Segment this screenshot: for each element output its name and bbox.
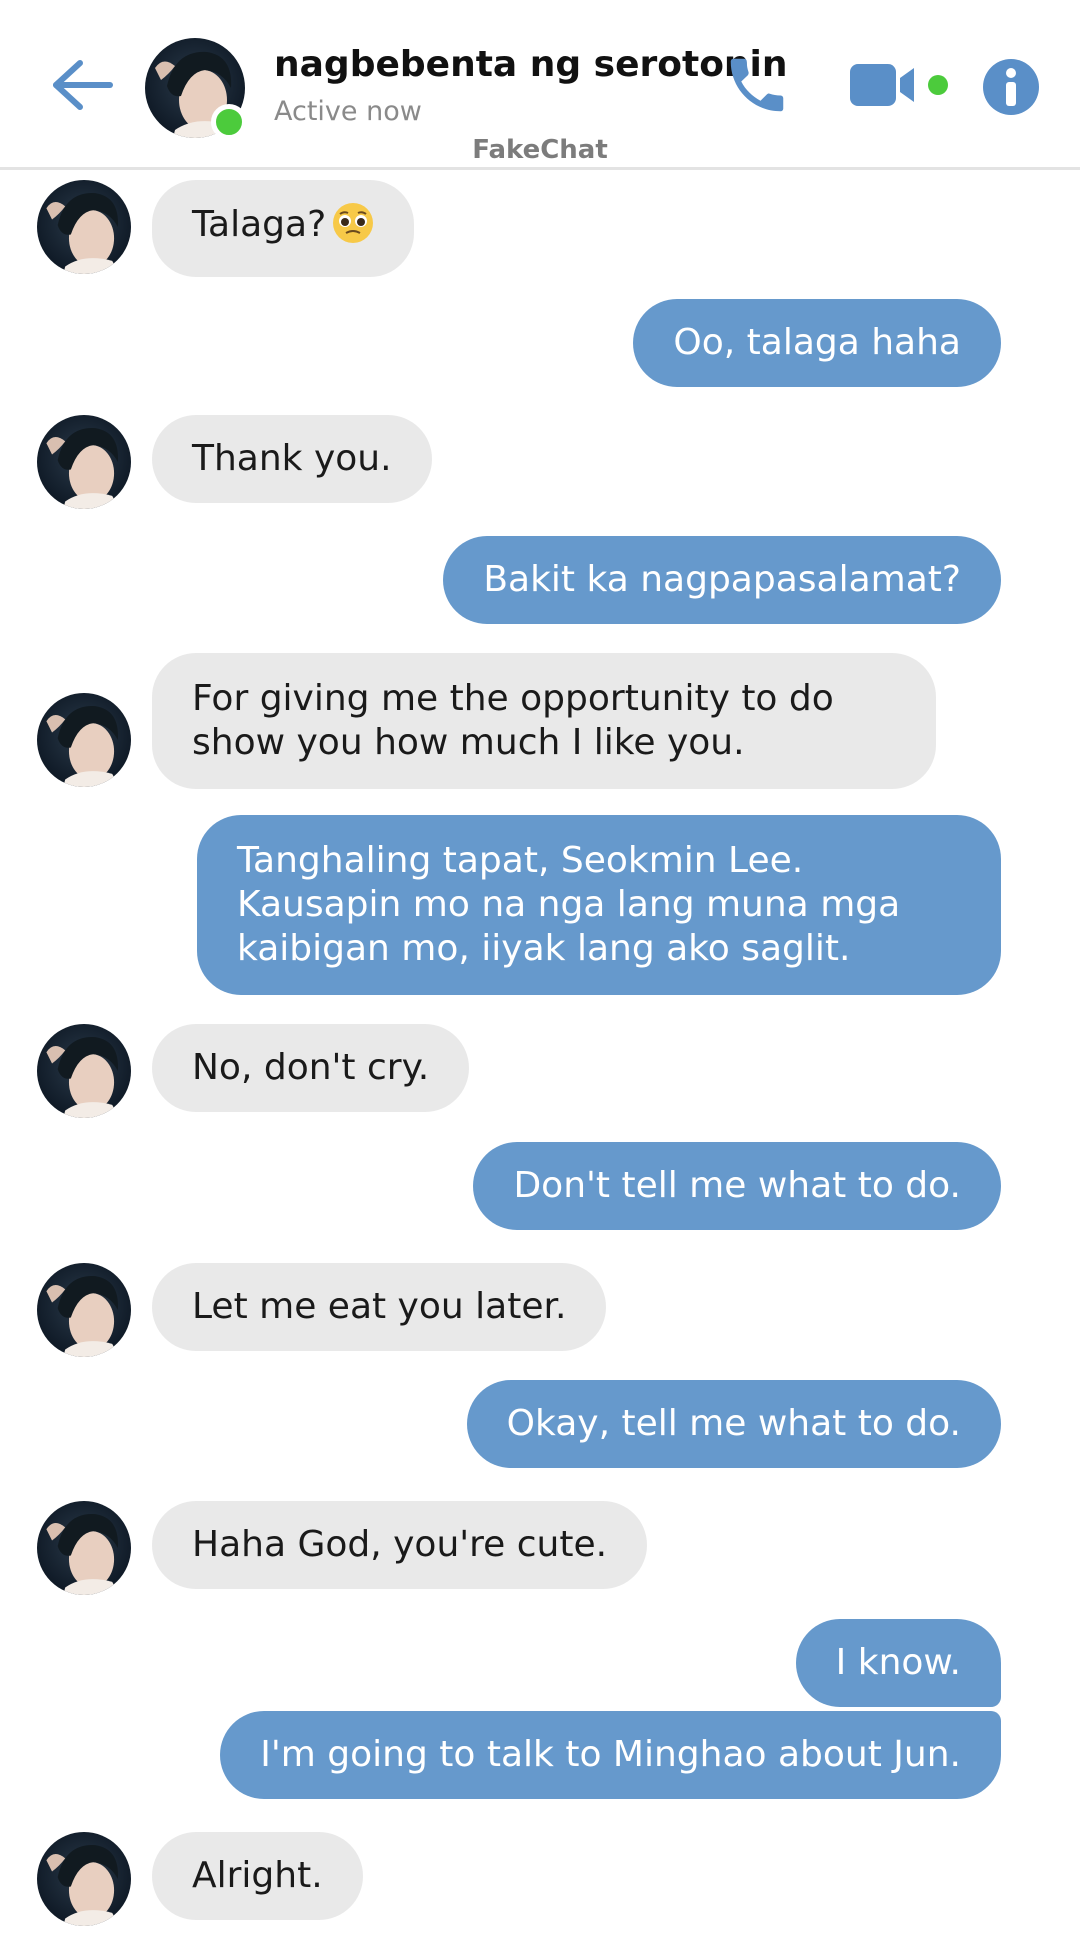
incoming-message-bubble[interactable]: Alright. [152, 1832, 363, 1920]
contact-avatar[interactable] [145, 38, 247, 140]
sender-avatar[interactable] [37, 693, 131, 787]
sender-avatar[interactable] [37, 1832, 131, 1926]
outgoing-message-bubble[interactable]: I know. [795, 1619, 1001, 1707]
outgoing-message-bubble[interactable]: Okay, tell me what to do. [466, 1380, 1001, 1468]
chat-header: nagbebenta ng serotonin Active now FakeC… [0, 0, 1080, 170]
sender-avatar[interactable] [37, 415, 131, 509]
sender-avatar[interactable] [37, 1263, 131, 1357]
sender-avatar[interactable] [37, 1501, 131, 1595]
video-camera-icon[interactable] [848, 60, 948, 110]
incoming-message-bubble[interactable]: No, don't cry. [152, 1024, 470, 1112]
phone-icon[interactable] [722, 50, 792, 120]
incoming-message-bubble[interactable]: For giving me the opportunity to do show… [152, 653, 936, 789]
outgoing-message-bubble[interactable]: Don't tell me what to do. [473, 1142, 1001, 1230]
app-watermark: FakeChat [472, 135, 608, 165]
sender-avatar[interactable] [37, 180, 131, 274]
active-status: Active now [274, 96, 422, 127]
outgoing-message-bubble[interactable]: Bakit ka nagpapasalamat? [443, 536, 1001, 624]
outgoing-message-bubble[interactable]: I'm going to talk to Minghao about Jun. [220, 1711, 1001, 1799]
incoming-message-bubble[interactable]: Talaga? [152, 180, 415, 277]
message-list[interactable]: Talaga? Oo, talaga haha Thank you. Bakit… [0, 170, 1080, 1937]
pleading-face-emoji [332, 202, 374, 255]
back-arrow-icon[interactable] [48, 55, 118, 115]
outgoing-message-bubble[interactable]: Oo, talaga haha [633, 299, 1001, 387]
outgoing-message-bubble[interactable]: Tanghaling tapat, Seokmin Lee. Kausapin … [197, 815, 1001, 995]
incoming-message-bubble[interactable]: Haha God, you're cute. [152, 1501, 648, 1589]
message-text: Talaga? [192, 204, 327, 245]
incoming-message-bubble[interactable]: Let me eat you later. [152, 1263, 607, 1351]
sender-avatar[interactable] [37, 1024, 131, 1118]
contact-name[interactable]: nagbebenta ng serotonin [274, 44, 788, 85]
info-icon[interactable] [982, 58, 1040, 116]
incoming-message-bubble[interactable]: Thank you. [152, 415, 432, 503]
